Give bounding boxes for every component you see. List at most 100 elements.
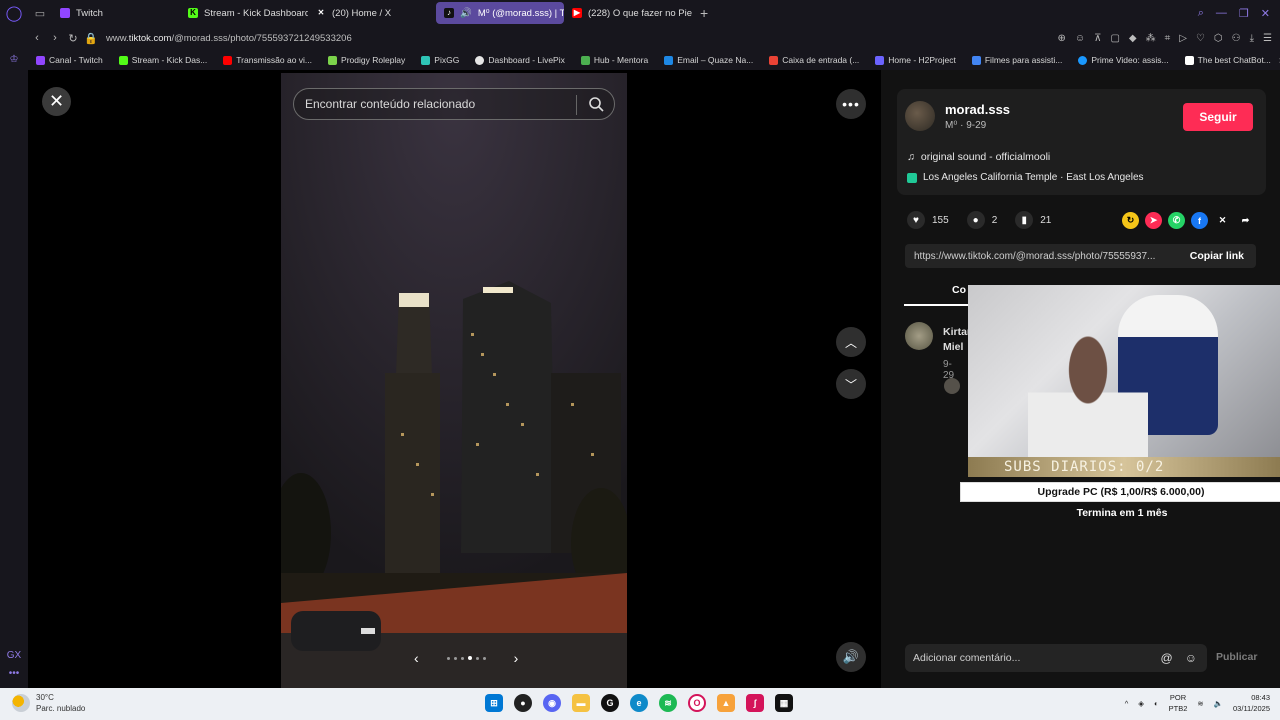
pager-dot-active[interactable] bbox=[467, 656, 472, 660]
bookmark-item[interactable]: Prodigy Roleplay bbox=[320, 55, 413, 65]
sidebar-more-icon[interactable]: ••• bbox=[0, 668, 28, 679]
sidebar-gx-icon[interactable]: GX bbox=[0, 650, 28, 661]
commenter-avatar[interactable] bbox=[905, 322, 933, 350]
facebook-icon[interactable]: f bbox=[1191, 212, 1208, 229]
bookmark-item[interactable]: Dashboard - LivePix bbox=[467, 55, 573, 65]
comment-button[interactable]: ● 2 bbox=[966, 211, 997, 229]
tab-tiktok[interactable]: ♪ 🔊 M⁰ (@morad.sss) | T bbox=[436, 2, 564, 24]
x-share-icon[interactable]: ✕ bbox=[1214, 212, 1231, 229]
photo-image[interactable] bbox=[281, 73, 627, 688]
reload-icon[interactable]: ↻ bbox=[64, 32, 82, 45]
copy-link-button[interactable]: Copiar link bbox=[1190, 250, 1256, 262]
previous-post-button[interactable]: ︿ bbox=[836, 327, 866, 357]
bookmark-item[interactable]: Caixa de entrada (... bbox=[761, 55, 867, 65]
discord-icon[interactable]: ◉ bbox=[543, 694, 561, 712]
g-hub-icon[interactable]: G bbox=[601, 694, 619, 712]
close-button[interactable]: ✕ bbox=[42, 87, 71, 116]
emoji-icon[interactable]: ☺ bbox=[1075, 33, 1085, 44]
player-icon[interactable]: ▷ bbox=[1179, 33, 1187, 44]
pin-icon[interactable]: ⊼ bbox=[1094, 33, 1101, 44]
related-search-input[interactable]: Encontrar conteúdo relacionado bbox=[293, 88, 615, 120]
back-icon[interactable]: ‹ bbox=[28, 32, 46, 44]
close-window-icon[interactable]: ✕ bbox=[1261, 7, 1270, 20]
previous-photo-icon[interactable]: ‹ bbox=[414, 650, 419, 666]
mention-icon[interactable]: @ bbox=[1161, 651, 1173, 665]
edge-icon[interactable]: e bbox=[630, 694, 648, 712]
maximize-icon[interactable]: ❐ bbox=[1239, 7, 1249, 20]
bookmark-item[interactable]: Email – Quaze Na... bbox=[656, 55, 761, 65]
tab-menu-icon[interactable]: ▭ bbox=[28, 7, 52, 20]
like-button[interactable]: ♥ 155 bbox=[907, 211, 949, 229]
save-button[interactable]: ▮ 21 bbox=[1015, 211, 1051, 229]
bookmark-item[interactable]: Hub - Mentora bbox=[573, 55, 656, 65]
heart-icon[interactable]: ♡ bbox=[1196, 33, 1205, 44]
author-name[interactable]: morad.sss bbox=[945, 102, 1010, 117]
new-tab-button[interactable]: + bbox=[692, 5, 716, 21]
menu-icon[interactable]: ☰ bbox=[1263, 33, 1272, 44]
search-icon[interactable] bbox=[588, 96, 604, 112]
opera-gx-logo-icon[interactable]: ◯ bbox=[0, 0, 28, 26]
profile-icon[interactable]: ⚇ bbox=[1232, 33, 1241, 44]
bookmark-item[interactable]: The best ChatBot... bbox=[1177, 55, 1279, 65]
app-icon[interactable]: ▲ bbox=[717, 694, 735, 712]
shield-icon[interactable]: ◆ bbox=[1129, 33, 1137, 44]
send-icon[interactable]: ➤ bbox=[1145, 212, 1162, 229]
extensions-icon[interactable]: ⬡ bbox=[1214, 33, 1223, 44]
tab-kick[interactable]: K Stream - Kick Dashboard bbox=[180, 2, 308, 24]
sidebar-home-icon[interactable]: ♔ bbox=[0, 54, 28, 65]
pager-dot[interactable] bbox=[446, 656, 450, 660]
search-icon[interactable]: ⌕ bbox=[1198, 7, 1204, 20]
tab-youtube[interactable]: ▶ (228) O que fazer no Pier bbox=[564, 2, 692, 24]
snapshot-icon[interactable]: ▢ bbox=[1110, 33, 1119, 44]
volume-button[interactable]: 🔊 bbox=[836, 642, 866, 672]
pager-dot[interactable] bbox=[460, 656, 464, 660]
bookmark-item[interactable]: PixGG bbox=[413, 55, 467, 65]
tab-x[interactable]: ✕ (20) Home / X bbox=[308, 2, 436, 24]
next-post-button[interactable]: ﹀ bbox=[836, 369, 866, 399]
reply-avatar[interactable] bbox=[944, 378, 960, 394]
pager-dot[interactable] bbox=[453, 656, 457, 660]
bookmark-item[interactable]: Home - H2Project bbox=[867, 55, 964, 65]
tray-chevron-icon[interactable]: ^ bbox=[1125, 699, 1129, 708]
avatar[interactable] bbox=[905, 101, 935, 131]
share-arrow-icon[interactable]: ➦ bbox=[1237, 212, 1254, 229]
speaker-icon[interactable]: 🔊 bbox=[460, 8, 472, 19]
forward-icon[interactable]: › bbox=[46, 32, 64, 44]
tray-app-icon[interactable]: ◐ bbox=[1154, 699, 1159, 708]
tab-twitch[interactable]: Twitch bbox=[52, 2, 180, 24]
follow-button[interactable]: Seguir bbox=[1183, 103, 1253, 131]
pager-dot[interactable] bbox=[482, 656, 486, 660]
pager-dot[interactable] bbox=[475, 656, 479, 660]
translate-icon[interactable]: ⁂ bbox=[1146, 33, 1156, 44]
whatsapp-icon[interactable]: ✆ bbox=[1168, 212, 1185, 229]
repost-icon[interactable]: ↻ bbox=[1122, 212, 1139, 229]
next-photo-icon[interactable]: › bbox=[514, 650, 519, 666]
emoji-icon[interactable]: ☺ bbox=[1185, 651, 1197, 665]
comment-input[interactable]: Adicionar comentário... @ ☺ bbox=[905, 644, 1207, 672]
location-link[interactable]: Los Angeles California Temple · East Los… bbox=[907, 172, 1144, 183]
bookmark-item[interactable]: Filmes para assisti... bbox=[964, 55, 1070, 65]
bookmark-item[interactable]: Transmissão ao vi... bbox=[215, 55, 320, 65]
app-icon[interactable]: ▦ bbox=[775, 694, 793, 712]
zoom-icon[interactable]: ⊕ bbox=[1058, 33, 1066, 44]
sound-link[interactable]: ♫ original sound - officialmooli bbox=[907, 151, 1050, 163]
obs-icon[interactable]: ● bbox=[514, 694, 532, 712]
opera-icon[interactable]: O bbox=[688, 694, 706, 712]
start-icon[interactable]: ⊞ bbox=[485, 694, 503, 712]
tray-app-icon[interactable]: ◈ bbox=[1138, 699, 1144, 708]
bookmark-item[interactable]: Prime Video: assis... bbox=[1070, 55, 1176, 65]
speaker-icon[interactable]: 🔈 bbox=[1214, 699, 1223, 708]
weather-widget[interactable]: 30°C Parc. nublado bbox=[12, 692, 85, 714]
more-options-button[interactable]: ••• bbox=[836, 89, 866, 119]
clock[interactable]: 08:43 03/11/2025 bbox=[1233, 692, 1270, 714]
crop-icon[interactable]: ⌗ bbox=[1165, 33, 1171, 44]
bookmark-item[interactable]: Canal - Twitch bbox=[28, 55, 111, 65]
download-icon[interactable]: ⤓ bbox=[1250, 33, 1254, 44]
post-link-field[interactable]: https://www.tiktok.com/@morad.sss/photo/… bbox=[905, 244, 1256, 268]
publish-button[interactable]: Publicar bbox=[1216, 651, 1257, 663]
tab-comments[interactable]: Co bbox=[952, 284, 966, 296]
url-field[interactable]: www.tiktok.com/@morad.sss/photo/75559372… bbox=[106, 33, 352, 44]
wifi-icon[interactable]: ≋ bbox=[1197, 699, 1203, 708]
spotify-icon[interactable]: ≋ bbox=[659, 694, 677, 712]
language-indicator[interactable]: POR PTB2 bbox=[1169, 692, 1188, 714]
